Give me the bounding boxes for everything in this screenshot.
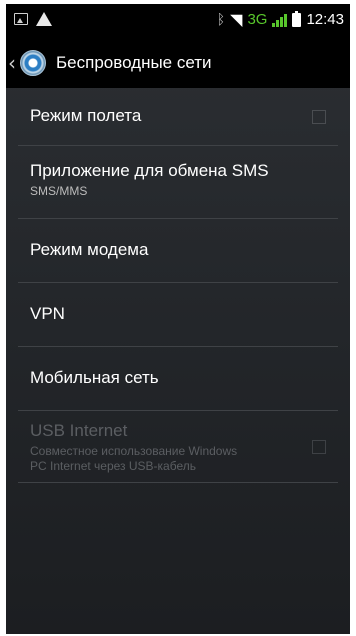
airplane-mode-item[interactable]: Режим полета bbox=[18, 88, 338, 146]
item-summary-line1: Совместное использование Windows bbox=[30, 444, 238, 458]
item-title: Режим модема bbox=[30, 240, 149, 259]
airplane-mode-checkbox[interactable] bbox=[312, 110, 326, 124]
action-bar: ‹ Беспроводные сети bbox=[6, 38, 350, 88]
page-title: Беспроводные сети bbox=[56, 53, 212, 72]
usb-internet-item: USB Internet Совместное использование Wi… bbox=[18, 411, 338, 483]
bluetooth-icon: ᛒ bbox=[216, 11, 226, 28]
chevron-left-icon[interactable]: ‹ bbox=[8, 51, 18, 75]
status-bar: ᛒ ◥ 3G 12:43 bbox=[6, 4, 350, 38]
image-notification-icon bbox=[14, 13, 28, 25]
warning-icon bbox=[36, 12, 52, 26]
settings-list: Режим полета Приложение для обмена SMS S… bbox=[6, 88, 350, 483]
usb-internet-checkbox bbox=[312, 440, 326, 454]
item-title: Приложение для обмена SMS bbox=[30, 161, 269, 180]
wifi-icon: ◥ bbox=[230, 10, 243, 29]
item-title: VPN bbox=[30, 304, 65, 323]
battery-icon bbox=[292, 10, 302, 27]
clock: 12:43 bbox=[306, 11, 344, 28]
phone-screen: ᛒ ◥ 3G 12:43 ‹ Беспроводные сети Режим п… bbox=[6, 4, 350, 634]
item-title: Мобильная сеть bbox=[30, 368, 159, 387]
item-title: USB Internet bbox=[30, 421, 128, 440]
item-summary-line2: PC Internet через USB-кабель bbox=[30, 459, 197, 473]
vpn-item[interactable]: VPN bbox=[18, 283, 338, 347]
mobile-network-item[interactable]: Мобильная сеть bbox=[18, 347, 338, 411]
item-summary: SMS/MMS bbox=[30, 184, 88, 198]
tethering-item[interactable]: Режим модема bbox=[18, 219, 338, 283]
sms-app-item[interactable]: Приложение для обмена SMS SMS/MMS bbox=[18, 146, 338, 219]
item-title: Режим полета bbox=[30, 106, 142, 125]
signal-icon bbox=[272, 13, 288, 27]
network-type: 3G bbox=[247, 11, 268, 28]
settings-gear-icon[interactable] bbox=[20, 50, 46, 76]
